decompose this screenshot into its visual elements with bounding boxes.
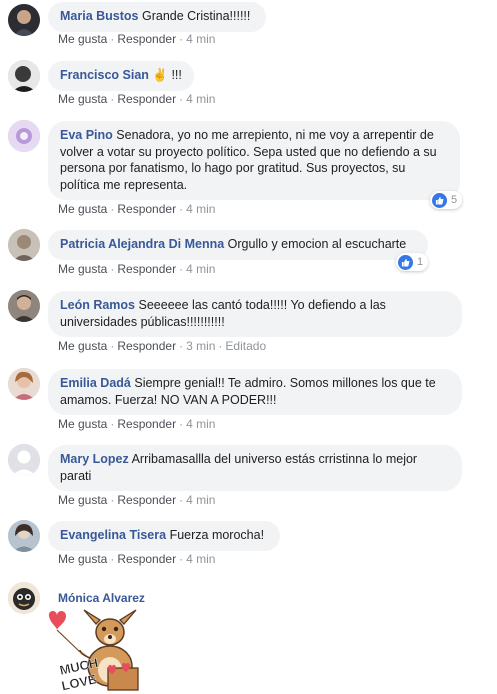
comment-author[interactable]: Maria Bustos <box>60 9 139 23</box>
comment-actions: Me gusta · Responder · 3 min · Editado <box>58 339 266 353</box>
separator: · <box>179 552 184 566</box>
much-love-deer-sticker: MUCH LOVE <box>46 606 156 694</box>
comment-actions: Me gusta · Responder · 4 min <box>58 202 215 216</box>
reaction-count[interactable]: 1 <box>396 253 429 271</box>
reply-link[interactable]: Responder <box>117 339 176 353</box>
separator: · <box>179 493 184 507</box>
comment-bubble: Francisco Sian ✌️ !!! <box>48 61 194 91</box>
separator: · <box>179 262 184 276</box>
like-link[interactable]: Me gusta <box>58 92 107 106</box>
reaction-number: 5 <box>451 194 458 206</box>
comment-bubble: Emilia Dadá Siempre genial!! Te admiro. … <box>48 369 462 415</box>
like-link[interactable]: Me gusta <box>58 32 107 46</box>
comment-author[interactable]: Mónica Alvarez <box>58 591 145 605</box>
edited-label[interactable]: Editado <box>225 339 266 353</box>
timestamp-link[interactable]: 4 min <box>186 32 215 46</box>
comment-actions: Me gusta · Responder · 4 min <box>58 552 215 566</box>
reply-link[interactable]: Responder <box>117 202 176 216</box>
avatar[interactable] <box>8 120 40 152</box>
comment-bubble: Patricia Alejandra Di Menna Orgullo y em… <box>48 230 428 260</box>
reply-link[interactable]: Responder <box>117 262 176 276</box>
like-link[interactable]: Me gusta <box>58 339 107 353</box>
comment-bubble: Maria Bustos Grande Cristina!!!!!! <box>48 2 266 32</box>
comment-author[interactable]: Francisco Sian <box>60 68 149 82</box>
avatar[interactable] <box>8 229 40 261</box>
like-link[interactable]: Me gusta <box>58 202 107 216</box>
avatar[interactable] <box>8 582 40 614</box>
comment-text: Orgullo y emocion al escucharte <box>227 237 407 251</box>
comment-author[interactable]: Eva Pino <box>60 128 113 142</box>
comment-actions: Me gusta · Responder · 4 min <box>58 417 215 431</box>
comment-text: Grande Cristina!!!!!! <box>141 9 251 23</box>
separator: · <box>110 32 115 46</box>
avatar[interactable] <box>8 4 40 36</box>
comment-text: Senadora, yo no me arrepiento, ni me voy… <box>60 128 437 192</box>
avatar[interactable] <box>8 290 40 322</box>
separator: · <box>110 202 115 216</box>
separator: · <box>110 92 115 106</box>
separator: · <box>110 339 115 353</box>
comment-bubble: Evangelina Tisera Fuerza morocha! <box>48 521 280 551</box>
separator: · <box>179 417 184 431</box>
reply-link[interactable]: Responder <box>117 92 176 106</box>
reply-link[interactable]: Responder <box>117 493 176 507</box>
separator: · <box>110 262 115 276</box>
comment-bubble: Mary Lopez Arribamasallla del universo e… <box>48 445 462 491</box>
like-link[interactable]: Me gusta <box>58 493 107 507</box>
separator: · <box>110 417 115 431</box>
comment-author[interactable]: Patricia Alejandra Di Menna <box>60 237 224 251</box>
separator: · <box>179 202 184 216</box>
like-link[interactable]: Me gusta <box>58 552 107 566</box>
separator: · <box>218 339 223 353</box>
timestamp-link[interactable]: 3 min <box>186 339 215 353</box>
comment-actions: Me gusta · Responder · 4 min <box>58 92 215 106</box>
like-link[interactable]: Me gusta <box>58 262 107 276</box>
comment-bubble: Eva Pino Senadora, yo no me arrepiento, … <box>48 121 460 200</box>
comment-actions: Me gusta · Responder · 4 min <box>58 493 215 507</box>
avatar[interactable] <box>8 444 40 476</box>
timestamp-link[interactable]: 4 min <box>186 417 215 431</box>
reaction-count[interactable]: 5 <box>430 191 463 209</box>
reply-link[interactable]: Responder <box>117 32 176 46</box>
like-link[interactable]: Me gusta <box>58 417 107 431</box>
reaction-number: 1 <box>417 256 424 268</box>
timestamp-link[interactable]: 4 min <box>186 262 215 276</box>
comment-actions: Me gusta · Responder · 4 min <box>58 262 215 276</box>
comment-text: ✌️ !!! <box>152 68 182 82</box>
like-icon <box>432 192 447 208</box>
avatar[interactable] <box>8 60 40 92</box>
comment-author[interactable]: Mary Lopez <box>60 452 129 466</box>
comment-author[interactable]: León Ramos <box>60 298 135 312</box>
comment-actions: Me gusta · Responder · 4 min <box>58 32 215 46</box>
like-icon <box>398 254 413 270</box>
timestamp-link[interactable]: 4 min <box>186 552 215 566</box>
comment-author[interactable]: Emilia Dadá <box>60 376 131 390</box>
separator: · <box>110 493 115 507</box>
separator: · <box>179 32 184 46</box>
separator: · <box>110 552 115 566</box>
separator: · <box>179 92 184 106</box>
avatar[interactable] <box>8 520 40 552</box>
timestamp-link[interactable]: 4 min <box>186 92 215 106</box>
comment-bubble: León Ramos Seeeeee las cantó toda!!!!! Y… <box>48 291 462 337</box>
separator: · <box>179 339 184 353</box>
comment-author[interactable]: Evangelina Tisera <box>60 528 166 542</box>
reply-link[interactable]: Responder <box>117 417 176 431</box>
comment-text: Fuerza morocha! <box>169 528 265 542</box>
reply-link[interactable]: Responder <box>117 552 176 566</box>
avatar[interactable] <box>8 368 40 400</box>
timestamp-link[interactable]: 4 min <box>186 493 215 507</box>
timestamp-link[interactable]: 4 min <box>186 202 215 216</box>
